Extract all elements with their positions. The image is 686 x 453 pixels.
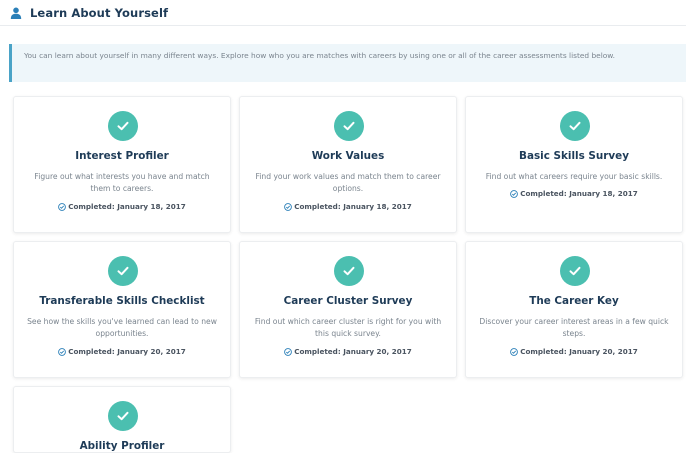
completed-check-icon bbox=[560, 111, 590, 141]
info-text: You can learn about yourself in many dif… bbox=[24, 51, 615, 60]
assessment-card[interactable]: Work Values Find your work values and ma… bbox=[239, 96, 457, 233]
completed-check-icon bbox=[108, 256, 138, 286]
completion-date: Completed: January 20, 2017 bbox=[294, 347, 412, 356]
completion-date: Completed: January 20, 2017 bbox=[520, 347, 638, 356]
completion-status: Completed: January 20, 2017 bbox=[240, 347, 456, 356]
assessment-description: Find your work values and match them to … bbox=[255, 172, 441, 193]
assessment-title: The Career Key bbox=[529, 295, 619, 307]
page-header: Learn About Yourself bbox=[0, 0, 686, 26]
assessment-card[interactable]: Interest Profiler Figure out what intere… bbox=[13, 96, 231, 233]
assessment-title: Work Values bbox=[311, 150, 385, 162]
check-circle-icon bbox=[510, 347, 519, 356]
assessment-card[interactable]: Basic Skills Survey Find out what career… bbox=[465, 96, 683, 233]
assessment-description: Discover your career interest areas in a… bbox=[479, 317, 669, 338]
completion-status: Completed: January 18, 2017 bbox=[240, 202, 456, 211]
check-circle-icon bbox=[58, 202, 67, 211]
assessment-title: Ability Profiler bbox=[79, 440, 165, 452]
completed-check-icon bbox=[334, 256, 364, 286]
completed-check-icon bbox=[560, 256, 590, 286]
assessment-title: Transferable Skills Checklist bbox=[39, 295, 205, 307]
completion-date: Completed: January 18, 2017 bbox=[520, 189, 638, 198]
assessment-title: Basic Skills Survey bbox=[519, 150, 629, 162]
assessment-card[interactable]: The Career Key Discover your career inte… bbox=[465, 241, 683, 378]
assessment-description: Figure out what interests you have and m… bbox=[34, 172, 210, 193]
page-title: Learn About Yourself bbox=[30, 5, 169, 20]
completed-check-icon bbox=[108, 111, 138, 141]
completion-status: Completed: January 18, 2017 bbox=[466, 189, 682, 198]
assessment-description: Find out which career cluster is right f… bbox=[254, 317, 442, 338]
check-circle-icon bbox=[58, 347, 67, 356]
completion-date: Completed: January 18, 2017 bbox=[68, 202, 186, 211]
assessment-card[interactable]: Career Cluster Survey Find out which car… bbox=[239, 241, 457, 378]
completion-status: Completed: January 20, 2017 bbox=[466, 347, 682, 356]
check-circle-icon bbox=[510, 189, 519, 198]
info-banner: You can learn about yourself in many dif… bbox=[9, 44, 686, 82]
completion-date: Completed: January 18, 2017 bbox=[294, 202, 412, 211]
check-circle-icon bbox=[284, 202, 293, 211]
assessment-title: Career Cluster Survey bbox=[283, 295, 413, 307]
assessment-description: Find out what careers require your basic… bbox=[485, 172, 663, 181]
assessment-card[interactable]: Transferable Skills Checklist See how th… bbox=[13, 241, 231, 378]
completion-status: Completed: January 18, 2017 bbox=[14, 202, 230, 211]
assessment-card[interactable]: Ability Profiler bbox=[13, 386, 231, 453]
check-circle-icon bbox=[284, 347, 293, 356]
completed-check-icon bbox=[334, 111, 364, 141]
user-icon bbox=[10, 7, 22, 19]
completed-check-icon bbox=[108, 401, 138, 431]
completion-date: Completed: January 20, 2017 bbox=[68, 347, 186, 356]
assessment-title: Interest Profiler bbox=[75, 150, 169, 162]
completion-status: Completed: January 20, 2017 bbox=[14, 347, 230, 356]
assessment-description: See how the skills you've learned can le… bbox=[27, 317, 217, 338]
